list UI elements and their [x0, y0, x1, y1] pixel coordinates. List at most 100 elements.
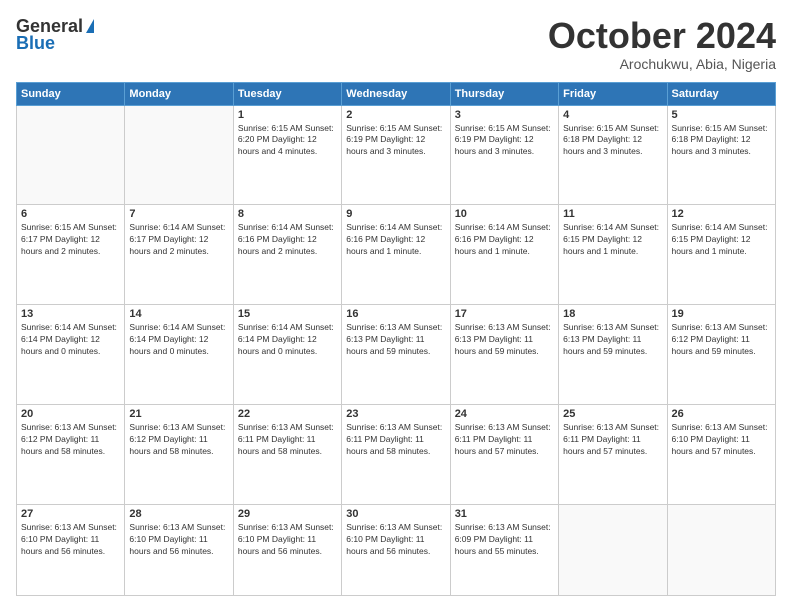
day-number: 14 [129, 308, 228, 320]
table-row: 5Sunrise: 6:15 AM Sunset: 6:18 PM Daylig… [667, 105, 775, 205]
table-row: 23 Sunrise: 6:13 AM Sunset: 6:11 PM Dayli… [342, 405, 450, 505]
day-number: 16 [346, 308, 445, 320]
table-row: 28 Sunrise: 6:13 AM Sunset: 6:10 PM Dayli… [125, 505, 233, 596]
table-row [17, 105, 125, 205]
day-number: 7 [129, 208, 228, 220]
table-row: 11 Sunrise: 6:14 AM Sunset: 6:15 PM Dayli… [559, 205, 667, 305]
col-friday: Friday [559, 82, 667, 105]
day-info: Sunrise: 6:13 AM Sunset: 6:10 PM Dayligh… [672, 422, 771, 458]
table-row: 21 Sunrise: 6:13 AM Sunset: 6:12 PM Dayli… [125, 405, 233, 505]
day-info: Sunrise: 6:13 AM Sunset: 6:11 PM Dayligh… [455, 422, 554, 458]
day-number: 28 [129, 508, 228, 520]
day-number: 18 [563, 308, 662, 320]
logo-blue: Blue [16, 33, 55, 54]
table-row: 25 Sunrise: 6:13 AM Sunset: 6:11 PM Dayli… [559, 405, 667, 505]
day-info: Sunrise: 6:14 AM Sunset: 6:14 PM Dayligh… [238, 322, 337, 358]
day-number: 30 [346, 508, 445, 520]
day-info: Sunrise: 6:13 AM Sunset: 6:11 PM Dayligh… [563, 422, 662, 458]
day-number: 25 [563, 408, 662, 420]
calendar-title: October 2024 [548, 16, 776, 56]
day-info: Sunrise: 6:14 AM Sunset: 6:16 PM Dayligh… [455, 222, 554, 258]
day-info: Sunrise: 6:15 AM Sunset: 6:18 PM Dayligh… [563, 123, 662, 159]
day-info: Sunrise: 6:14 AM Sunset: 6:16 PM Dayligh… [238, 222, 337, 258]
day-number: 11 [563, 208, 662, 220]
header: General Blue October 2024 Arochukwu, Abi… [16, 16, 776, 72]
col-tuesday: Tuesday [233, 82, 341, 105]
table-row: 2 Sunrise: 6:15 AM Sunset: 6:19 PM Daylig… [342, 105, 450, 205]
day-number: 12 [672, 208, 771, 220]
day-info: Sunrise: 6:13 AM Sunset: 6:10 PM Dayligh… [238, 522, 337, 558]
table-row: 27Sunrise: 6:13 AM Sunset: 6:10 PM Dayli… [17, 505, 125, 596]
day-number: 19 [672, 308, 771, 320]
day-number: 10 [455, 208, 554, 220]
day-number: 29 [238, 508, 337, 520]
calendar-header-row: Sunday Monday Tuesday Wednesday Thursday… [17, 82, 776, 105]
table-row: 24 Sunrise: 6:13 AM Sunset: 6:11 PM Dayli… [450, 405, 558, 505]
table-row [125, 105, 233, 205]
table-row: 14 Sunrise: 6:14 AM Sunset: 6:14 PM Dayli… [125, 305, 233, 405]
day-info: Sunrise: 6:14 AM Sunset: 6:17 PM Dayligh… [129, 222, 228, 258]
day-info: Sunrise: 6:13 AM Sunset: 6:09 PM Dayligh… [455, 522, 554, 558]
day-info: Sunrise: 6:14 AM Sunset: 6:15 PM Dayligh… [563, 222, 662, 258]
day-number: 22 [238, 408, 337, 420]
day-info: Sunrise: 6:13 AM Sunset: 6:13 PM Dayligh… [346, 322, 445, 358]
calendar-location: Arochukwu, Abia, Nigeria [548, 56, 776, 72]
day-info: Sunrise: 6:15 AM Sunset: 6:20 PM Dayligh… [238, 123, 337, 159]
table-row [559, 505, 667, 596]
day-info: Sunrise: 6:14 AM Sunset: 6:14 PM Dayligh… [21, 322, 120, 358]
table-row: 3Sunrise: 6:15 AM Sunset: 6:19 PM Daylig… [450, 105, 558, 205]
table-row: 16 Sunrise: 6:13 AM Sunset: 6:13 PM Dayli… [342, 305, 450, 405]
col-saturday: Saturday [667, 82, 775, 105]
day-number: 20 [21, 408, 120, 420]
table-row: 18Sunrise: 6:13 AM Sunset: 6:13 PM Dayli… [559, 305, 667, 405]
day-number: 15 [238, 308, 337, 320]
table-row: 29 Sunrise: 6:13 AM Sunset: 6:10 PM Dayli… [233, 505, 341, 596]
title-block: October 2024 Arochukwu, Abia, Nigeria [548, 16, 776, 72]
day-number: 31 [455, 508, 554, 520]
table-row: 17 Sunrise: 6:13 AM Sunset: 6:13 PM Dayli… [450, 305, 558, 405]
day-number: 17 [455, 308, 554, 320]
col-wednesday: Wednesday [342, 82, 450, 105]
day-info: Sunrise: 6:14 AM Sunset: 6:16 PM Dayligh… [346, 222, 445, 258]
table-row: 20 Sunrise: 6:13 AM Sunset: 6:12 PM Dayli… [17, 405, 125, 505]
day-number: 24 [455, 408, 554, 420]
table-row: 10 Sunrise: 6:14 AM Sunset: 6:16 PM Dayli… [450, 205, 558, 305]
day-info: Sunrise: 6:14 AM Sunset: 6:15 PM Dayligh… [672, 222, 771, 258]
table-row: 4 Sunrise: 6:15 AM Sunset: 6:18 PM Daylig… [559, 105, 667, 205]
table-row: 31 Sunrise: 6:13 AM Sunset: 6:09 PM Dayli… [450, 505, 558, 596]
table-row: 9 Sunrise: 6:14 AM Sunset: 6:16 PM Daylig… [342, 205, 450, 305]
day-info: Sunrise: 6:13 AM Sunset: 6:12 PM Dayligh… [672, 322, 771, 358]
day-info: Sunrise: 6:13 AM Sunset: 6:11 PM Dayligh… [238, 422, 337, 458]
day-info: Sunrise: 6:13 AM Sunset: 6:12 PM Dayligh… [21, 422, 120, 458]
day-number: 27 [21, 508, 120, 520]
logo: General Blue [16, 16, 94, 54]
table-row: 6 Sunrise: 6:15 AM Sunset: 6:17 PM Daylig… [17, 205, 125, 305]
day-info: Sunrise: 6:13 AM Sunset: 6:11 PM Dayligh… [346, 422, 445, 458]
day-info: Sunrise: 6:13 AM Sunset: 6:10 PM Dayligh… [346, 522, 445, 558]
day-info: Sunrise: 6:13 AM Sunset: 6:13 PM Dayligh… [455, 322, 554, 358]
table-row: 30 Sunrise: 6:13 AM Sunset: 6:10 PM Dayli… [342, 505, 450, 596]
day-number: 1 [238, 109, 337, 121]
day-number: 21 [129, 408, 228, 420]
logo-triangle-icon [86, 19, 94, 33]
table-row: 8 Sunrise: 6:14 AM Sunset: 6:16 PM Daylig… [233, 205, 341, 305]
day-number: 2 [346, 109, 445, 121]
day-number: 3 [455, 109, 554, 121]
col-monday: Monday [125, 82, 233, 105]
day-number: 4 [563, 109, 662, 121]
day-number: 13 [21, 308, 120, 320]
page: General Blue October 2024 Arochukwu, Abi… [0, 0, 792, 612]
day-info: Sunrise: 6:14 AM Sunset: 6:14 PM Dayligh… [129, 322, 228, 358]
col-thursday: Thursday [450, 82, 558, 105]
day-number: 8 [238, 208, 337, 220]
day-info: Sunrise: 6:13 AM Sunset: 6:12 PM Dayligh… [129, 422, 228, 458]
day-info: Sunrise: 6:15 AM Sunset: 6:19 PM Dayligh… [346, 123, 445, 159]
table-row: 13 Sunrise: 6:14 AM Sunset: 6:14 PM Dayli… [17, 305, 125, 405]
day-info: Sunrise: 6:13 AM Sunset: 6:10 PM Dayligh… [129, 522, 228, 558]
day-number: 23 [346, 408, 445, 420]
day-number: 6 [21, 208, 120, 220]
day-number: 9 [346, 208, 445, 220]
day-info: Sunrise: 6:15 AM Sunset: 6:17 PM Dayligh… [21, 222, 120, 258]
table-row: 22 Sunrise: 6:13 AM Sunset: 6:11 PM Dayli… [233, 405, 341, 505]
table-row [667, 505, 775, 596]
